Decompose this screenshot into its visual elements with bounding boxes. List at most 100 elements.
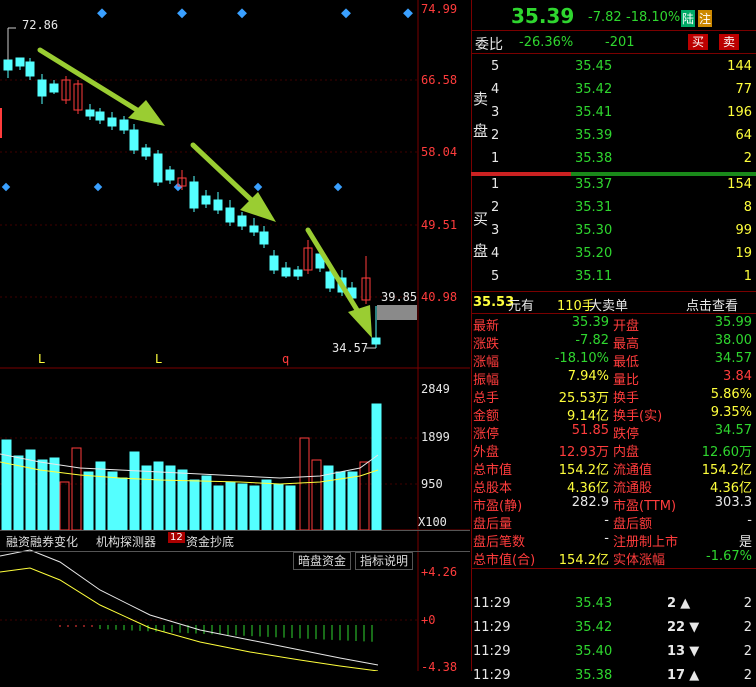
- stat-value: 282.9: [571, 495, 609, 510]
- candlesticks: [0, 52, 381, 348]
- volume-bar: [141, 465, 152, 531]
- stat-value: 34.57: [714, 351, 752, 366]
- event-diamond-icon: [93, 182, 103, 192]
- candle: [269, 250, 279, 274]
- volume-bar: [49, 457, 60, 531]
- stat-row: 市盈(静) 282.9 市盈(TTM) 303.3: [471, 494, 756, 514]
- bid-level-row[interactable]: 4 35.20 19: [471, 243, 756, 265]
- stat-row: 振幅 7.94% 量比 3.84: [471, 368, 756, 388]
- stat-value: -: [604, 531, 609, 546]
- bid-price: 35.30: [575, 223, 613, 238]
- current-price-box: [377, 305, 417, 320]
- ask-price: 35.41: [575, 105, 613, 120]
- stat-value: -: [747, 513, 752, 528]
- volume-bar: [13, 455, 24, 531]
- bid-level-row[interactable]: 1 35.37 154: [471, 174, 756, 196]
- stat-value: 154.2亿: [558, 553, 609, 568]
- high-price-label: 72.86: [22, 18, 59, 32]
- candle: [249, 218, 259, 236]
- view-details-link[interactable]: 点击查看: [686, 295, 738, 314]
- candle: [49, 80, 59, 94]
- tick-row: 11:29 35.40 13 ▼ 2: [471, 641, 756, 663]
- ask-level-row[interactable]: 5 35.45 144: [471, 56, 756, 78]
- bid-volume: 19: [735, 246, 752, 261]
- tick-volume: 2 ▲: [667, 596, 691, 611]
- stat-row: 涨跌 -7.82 最高 38.00: [471, 332, 756, 352]
- volume-axis-label: 1899: [421, 430, 450, 444]
- ask-level: 4: [491, 82, 500, 97]
- volume-bar: [359, 461, 370, 531]
- candle: [293, 266, 303, 280]
- big-order-label: 大卖单: [589, 299, 629, 314]
- stat-row: 涨停 51.85 跌停 34.57: [471, 422, 756, 442]
- volume-bar: [285, 485, 296, 531]
- candle: [237, 212, 247, 230]
- dark-pool-button[interactable]: 暗盘资金: [293, 552, 352, 570]
- candle: [189, 176, 199, 212]
- candle: [25, 58, 35, 80]
- stat-row: 总市值 154.2亿 流通值 154.2亿: [471, 458, 756, 478]
- volume-bars: [1, 403, 382, 531]
- signal-marker[interactable]: q: [282, 352, 289, 366]
- stat-value: 303.3: [714, 495, 752, 510]
- stat-value: -7.82: [575, 333, 609, 348]
- volume-bar: [347, 471, 358, 531]
- candle: [153, 150, 163, 186]
- stat-value: 51.85: [571, 423, 609, 438]
- volume-bar: [311, 459, 322, 531]
- tick-count: 2: [743, 644, 752, 659]
- candle: [85, 104, 95, 120]
- candle: [303, 240, 313, 274]
- last-price: 35.39: [511, 4, 575, 28]
- price-axis-label: 58.04: [421, 145, 458, 159]
- stat-value: -1.67%: [706, 549, 752, 564]
- event-diamond-icon: [237, 8, 247, 19]
- tick-row: 11:29 35.42 22 ▼ 2: [471, 617, 756, 639]
- bid-price: 35.31: [575, 200, 613, 215]
- signal-marker[interactable]: L: [38, 352, 45, 366]
- ask-level-row[interactable]: 4 35.42 77: [471, 79, 756, 101]
- candle: [73, 80, 83, 114]
- big-order-unit: 元有: [508, 299, 535, 314]
- volume-bar: [323, 465, 334, 531]
- volume-unit-label: X100: [418, 515, 447, 529]
- event-diamond-icon: [1, 182, 11, 192]
- buy-button[interactable]: 买: [688, 34, 709, 50]
- price-axis-label: 74.99: [421, 2, 458, 16]
- bid-level: 4: [491, 246, 500, 261]
- registration-tag: 注: [698, 10, 713, 27]
- kline-chart-area[interactable]: 74.99 66.58 58.04 49.51 40.98 72.86 34.5…: [0, 0, 470, 674]
- ask-price: 35.45: [575, 59, 613, 74]
- tick-time: 11:29: [473, 644, 511, 659]
- signal-marker[interactable]: L: [155, 352, 162, 366]
- volume-bar: [213, 485, 224, 531]
- bid-level: 3: [491, 223, 500, 238]
- ask-level-row[interactable]: 1 35.38 2: [471, 148, 756, 170]
- price-axis-label: 49.51: [421, 218, 458, 232]
- weibi-pct: -26.36%: [519, 35, 574, 50]
- stat-row: 盘后笔数 - 注册制上市是: [471, 530, 756, 550]
- tab-bottom-fishing[interactable]: 资金抄底: [186, 533, 234, 550]
- sell-button[interactable]: 卖: [719, 34, 740, 50]
- tick-volume: 22 ▼: [667, 620, 700, 635]
- tick-price: 35.42: [575, 620, 613, 635]
- kline-svg[interactable]: [0, 0, 470, 671]
- tab-margin-trading[interactable]: 融资融券变化: [6, 533, 78, 550]
- tab-institution-detector[interactable]: 机构探测器: [96, 533, 156, 550]
- bid-level-row[interactable]: 5 35.11 1: [471, 266, 756, 288]
- volume-bar: [237, 483, 248, 531]
- indicator-help-button[interactable]: 指标说明: [355, 552, 414, 570]
- big-order-row[interactable]: 35.53 元有 110手 大卖单 点击查看: [471, 292, 756, 314]
- bid-level-row[interactable]: 3 35.30 99: [471, 220, 756, 242]
- bid-level-row[interactable]: 2 35.31 8: [471, 197, 756, 219]
- ask-volume: 64: [735, 128, 752, 143]
- stat-value: 9.35%: [710, 405, 752, 420]
- volume-bar: [83, 471, 94, 531]
- candle: [281, 262, 291, 278]
- volume-axis-label: 950: [421, 477, 443, 491]
- ask-level: 1: [491, 151, 500, 166]
- ask-level-row[interactable]: 2 35.39 64: [471, 125, 756, 147]
- ask-level-row[interactable]: 3 35.41 196: [471, 102, 756, 124]
- stat-label: 实体涨幅: [613, 553, 666, 568]
- event-diamond-icon: [177, 8, 187, 19]
